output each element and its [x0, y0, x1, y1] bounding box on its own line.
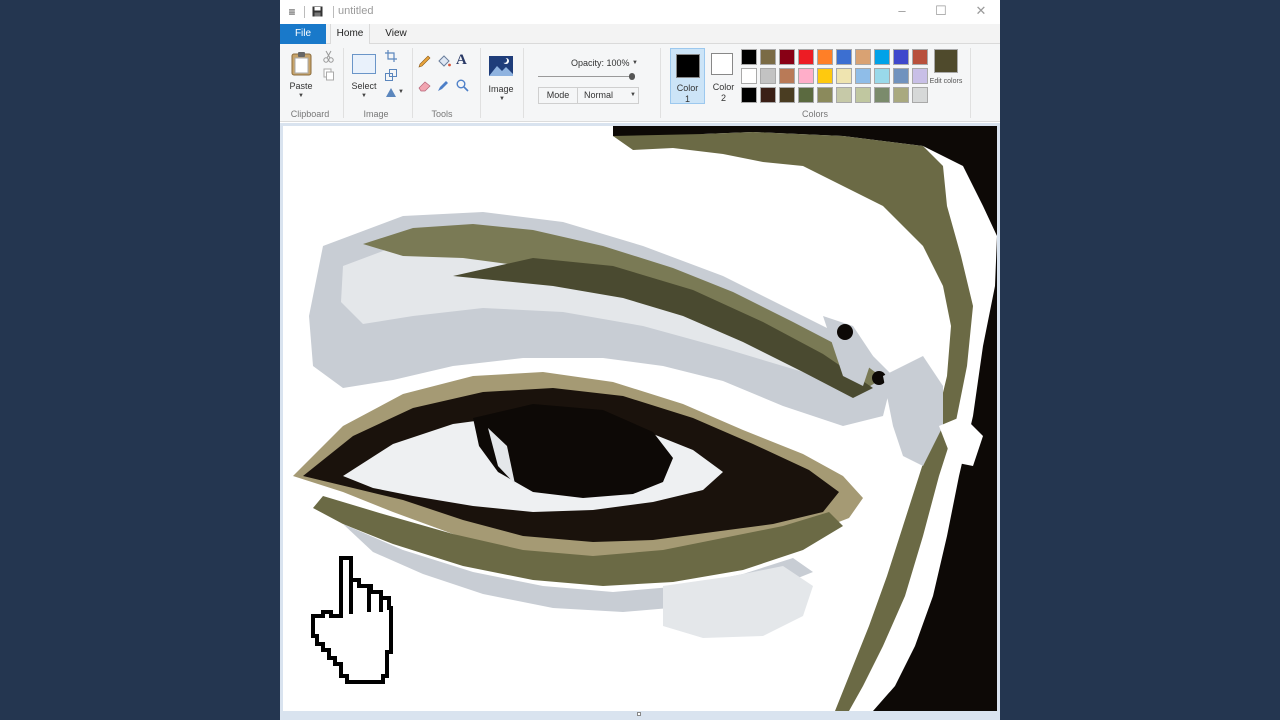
group-divider [970, 48, 971, 118]
color-1-selector[interactable]: Color 1 [670, 48, 705, 104]
mode-label: Mode [539, 88, 578, 103]
group-divider [523, 48, 524, 118]
mode-dropdown[interactable]: Mode Normal ▼ [538, 87, 639, 104]
group-divider [480, 48, 481, 118]
hand-pointer-icon [311, 556, 393, 684]
palette-swatch[interactable] [836, 87, 852, 103]
color-2-swatch [711, 53, 733, 75]
tools-group-label: Tools [431, 109, 453, 119]
mode-value: Normal [584, 90, 614, 100]
palette-swatch[interactable] [779, 87, 795, 103]
titlebar-divider [333, 6, 334, 18]
color-1-label: Color [676, 83, 699, 93]
palette-swatch[interactable] [779, 68, 795, 84]
palette-swatch[interactable] [874, 49, 890, 65]
palette-swatch[interactable] [912, 49, 928, 65]
select-label[interactable]: Select [346, 81, 382, 91]
drawing-canvas[interactable] [283, 126, 997, 711]
edit-colors-button[interactable] [934, 49, 958, 73]
palette-swatch[interactable] [855, 87, 871, 103]
palette-swatch[interactable] [741, 49, 757, 65]
crop-icon[interactable] [385, 50, 397, 62]
palette-swatch[interactable] [760, 68, 776, 84]
ribbon-tabs: File Home View [280, 24, 1000, 45]
landscape-icon[interactable] [489, 56, 513, 76]
canvas-resize-handle[interactable] [637, 712, 641, 716]
edit-colors-label[interactable]: Edit colors [928, 77, 964, 86]
palette-swatch[interactable] [817, 49, 833, 65]
palette-swatch[interactable] [817, 87, 833, 103]
palette-swatch[interactable] [741, 87, 757, 103]
resize-icon[interactable] [385, 69, 397, 81]
tab-file[interactable]: File [280, 24, 326, 44]
chevron-down-icon[interactable]: ▼ [398, 89, 404, 95]
chevron-down-icon[interactable]: ▼ [632, 60, 638, 66]
image-menu-label[interactable]: Image [483, 84, 519, 94]
fill-bucket-icon[interactable] [437, 54, 451, 68]
paint-window: ≡ untitled – ☐ ✕ File Home View Paste ▼ [280, 0, 1000, 720]
hamburger-icon[interactable]: ≡ [285, 5, 299, 19]
text-icon[interactable]: A [456, 52, 470, 68]
image-group-label: Image [363, 109, 389, 119]
colors-group-label: Colors [801, 109, 828, 119]
palette-swatch[interactable] [855, 68, 871, 84]
close-button[interactable]: ✕ [961, 0, 1000, 22]
color-picker-icon[interactable] [437, 79, 450, 92]
color-2-number: 2 [720, 93, 726, 103]
palette-swatch[interactable] [798, 68, 814, 84]
color-1-swatch [676, 54, 700, 78]
color-2-selector[interactable]: Color 2 [708, 48, 739, 104]
chevron-down-icon[interactable]: ▼ [361, 93, 367, 99]
pencil-icon[interactable] [418, 55, 431, 68]
palette-swatch[interactable] [779, 49, 795, 65]
chevron-down-icon[interactable]: ▼ [499, 96, 505, 102]
paste-label[interactable]: Paste [285, 81, 317, 91]
canvas-workspace [280, 123, 1000, 720]
title-bar: ≡ untitled – ☐ ✕ [280, 0, 1000, 24]
scissors-icon[interactable] [323, 50, 334, 63]
group-divider [343, 48, 344, 118]
minimize-button[interactable]: – [882, 0, 922, 22]
palette-swatch[interactable] [893, 49, 909, 65]
group-divider [412, 48, 413, 118]
palette-swatch[interactable] [798, 49, 814, 65]
palette-swatch[interactable] [836, 68, 852, 84]
floppy-disk-icon[interactable] [312, 6, 323, 17]
palette-swatch[interactable] [874, 87, 890, 103]
tab-home[interactable]: Home [330, 24, 370, 45]
opacity-slider[interactable] [538, 76, 634, 77]
magnifier-icon[interactable] [456, 79, 469, 92]
chevron-down-icon[interactable]: ▼ [630, 92, 636, 98]
palette-swatch[interactable] [798, 87, 814, 103]
palette-swatch[interactable] [760, 49, 776, 65]
palette-swatch[interactable] [893, 87, 909, 103]
palette-swatch[interactable] [874, 68, 890, 84]
palette-swatch[interactable] [893, 68, 909, 84]
rotate-icon[interactable] [385, 86, 397, 98]
eraser-icon[interactable] [418, 80, 431, 92]
opacity-slider-thumb[interactable] [629, 73, 635, 80]
palette-swatch[interactable] [912, 87, 928, 103]
palette-swatch[interactable] [855, 49, 871, 65]
chevron-down-icon[interactable]: ▼ [298, 93, 304, 99]
group-divider [660, 48, 661, 118]
window-title: untitled [338, 5, 374, 17]
palette-swatch[interactable] [836, 49, 852, 65]
palette-swatch[interactable] [912, 68, 928, 84]
copy-icon[interactable] [323, 68, 334, 81]
clipboard-group-label: Clipboard [290, 109, 330, 119]
color-1-number: 1 [684, 94, 690, 104]
titlebar-divider [304, 6, 305, 18]
paste-icon[interactable] [291, 51, 312, 76]
palette-swatch[interactable] [817, 68, 833, 84]
tab-view[interactable]: View [376, 24, 416, 44]
palette-swatch[interactable] [741, 68, 757, 84]
color-2-label: Color [712, 82, 735, 92]
select-icon[interactable] [352, 54, 376, 74]
opacity-label: Opacity: 100% [571, 58, 630, 68]
ribbon-home: Paste ▼ Clipboard Select ▼ ▼ Image A Too… [280, 44, 1000, 122]
maximize-button[interactable]: ☐ [921, 0, 961, 22]
palette-swatch[interactable] [760, 87, 776, 103]
